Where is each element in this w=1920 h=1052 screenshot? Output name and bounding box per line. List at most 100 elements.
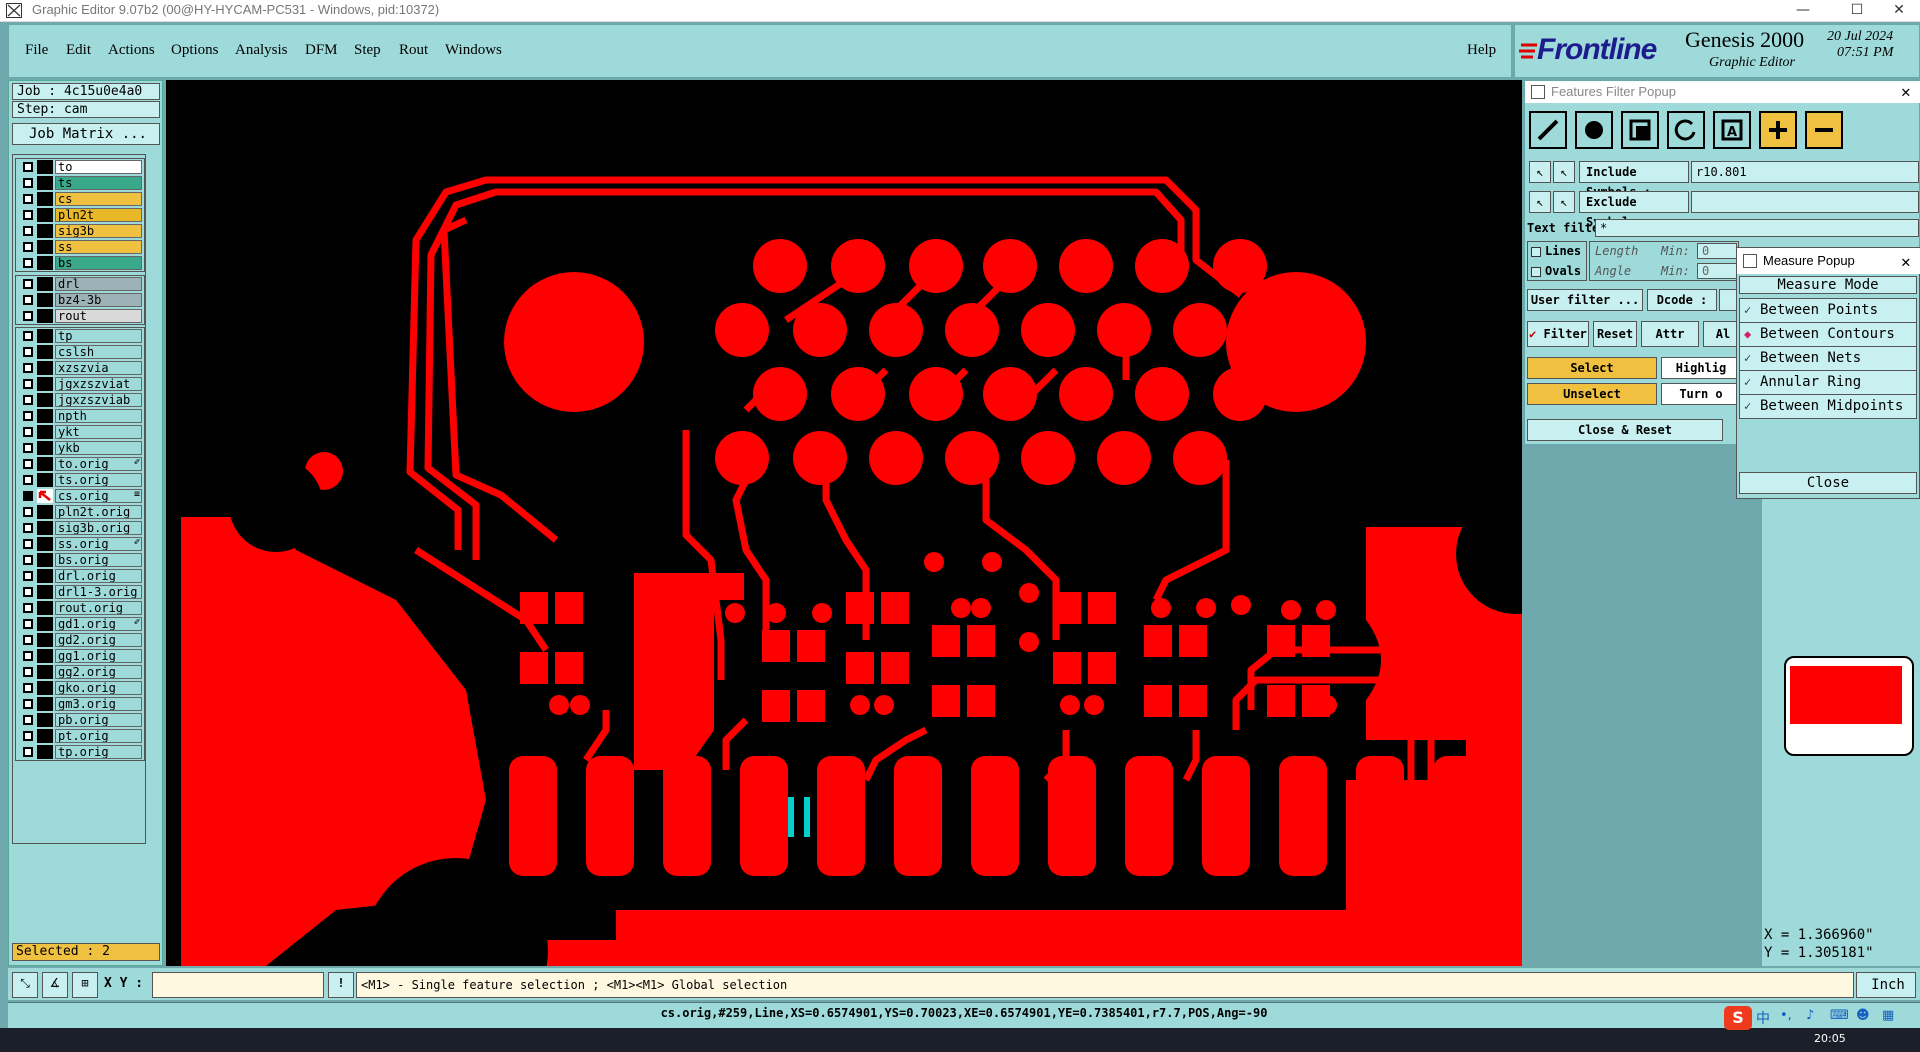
arc-tool-icon[interactable] <box>1667 111 1705 149</box>
layer-row-pln2t-orig[interactable]: pln2t.orig <box>16 504 144 520</box>
measure-close-icon[interactable]: ✕ <box>1901 252 1911 271</box>
layer-visibility-checkbox[interactable] <box>23 539 33 549</box>
layer-row-gg1-orig[interactable]: gg1.orig <box>16 648 144 664</box>
layer-name[interactable]: tp.orig <box>55 745 142 759</box>
keyboard-icon[interactable]: ⌨ <box>1830 1008 1849 1023</box>
layer-name[interactable]: ss.orig <box>55 537 142 551</box>
layer-row-ts-orig[interactable]: ts.orig <box>16 472 144 488</box>
layer-name[interactable]: cs.orig <box>55 489 142 503</box>
layer-name[interactable]: cslsh <box>55 345 142 359</box>
layer-visibility-checkbox[interactable] <box>23 242 33 252</box>
menu-dfm[interactable]: DFM <box>305 42 338 59</box>
layer-name[interactable]: to.orig <box>55 457 142 471</box>
menu-step[interactable]: Step <box>354 42 381 59</box>
layer-visibility-checkbox[interactable] <box>23 571 33 581</box>
layer-visibility-checkbox[interactable] <box>23 210 33 220</box>
measure-option-between-nets[interactable]: ✓ Between Nets <box>1739 346 1917 371</box>
layer-name[interactable]: xzszvia <box>55 361 142 375</box>
layer-row-cs[interactable]: cs <box>16 191 144 207</box>
include-symbols-input[interactable]: r10.801 <box>1691 161 1919 183</box>
layer-row-pln2t[interactable]: pln2t <box>16 207 144 223</box>
exclude-arrow-icon[interactable]: ↖ <box>1529 191 1551 213</box>
length-min-input[interactable]: 0 <box>1697 243 1737 259</box>
layer-name[interactable]: bz4-3b <box>55 293 142 307</box>
layer-row-rout-orig[interactable]: rout.orig <box>16 600 144 616</box>
layer-row-ts[interactable]: ts <box>16 175 144 191</box>
measure-close-button[interactable]: Close <box>1739 472 1917 494</box>
layer-visibility-checkbox[interactable] <box>23 555 33 565</box>
close-icon[interactable]: ✕ <box>1901 82 1911 101</box>
layer-visibility-checkbox[interactable] <box>23 715 33 725</box>
measure-option-between-contours[interactable]: ◆ Between Contours <box>1739 322 1917 347</box>
layer-visibility-checkbox[interactable] <box>23 295 33 305</box>
xy-input[interactable] <box>152 972 324 998</box>
layer-name[interactable]: jgxzszviab <box>55 393 142 407</box>
negative-polarity-icon[interactable] <box>1805 111 1843 149</box>
layer-name[interactable]: ykb <box>55 441 142 455</box>
layer-visibility-checkbox[interactable] <box>23 363 33 373</box>
layer-visibility-checkbox[interactable] <box>23 459 33 469</box>
surface-tool-icon[interactable] <box>1621 111 1659 149</box>
layer-name[interactable]: gko.orig <box>55 681 142 695</box>
layer-name[interactable]: rout.orig <box>55 601 142 615</box>
layer-visibility-checkbox[interactable] <box>23 331 33 341</box>
menu-rout[interactable]: Rout <box>399 42 428 59</box>
layer-row-bs-orig[interactable]: bs.orig <box>16 552 144 568</box>
microphone-icon[interactable]: ♪ <box>1806 1008 1814 1023</box>
menu-options[interactable]: Options <box>171 42 219 59</box>
layer-row-tp[interactable]: tp <box>16 328 144 344</box>
layer-name[interactable]: rout <box>55 309 142 323</box>
filter-toggle[interactable]: ✔ Filter <box>1527 321 1589 347</box>
layer-name[interactable]: ts <box>55 176 142 190</box>
layer-row-gd1-orig[interactable]: gd1.orig ✐ <box>16 616 144 632</box>
layer-name[interactable]: drl1-3.orig <box>55 585 142 599</box>
layer-row-jgxzszviab[interactable]: jgxzszviab <box>16 392 144 408</box>
layer-visibility-checkbox[interactable] <box>23 683 33 693</box>
layer-name[interactable]: pln2t.orig <box>55 505 142 519</box>
lines-checkbox[interactable] <box>1531 247 1541 257</box>
layer-row-gko-orig[interactable]: gko.orig <box>16 680 144 696</box>
menu-help[interactable]: Help <box>1467 42 1496 59</box>
layer-visibility-checkbox[interactable] <box>23 443 33 453</box>
measure-option-annular-ring[interactable]: ✓ Annular Ring <box>1739 370 1917 395</box>
ime-mode[interactable]: 中 <box>1756 1008 1770 1028</box>
layer-row-xzszvia[interactable]: xzszvia <box>16 360 144 376</box>
layer-row-drl-orig[interactable]: drl.orig <box>16 568 144 584</box>
measure-option-between-points[interactable]: ✓ Between Points <box>1739 298 1917 323</box>
layer-row-jgxzszviat[interactable]: jgxzszviat <box>16 376 144 392</box>
layer-visibility-checkbox[interactable] <box>23 731 33 741</box>
attr-button[interactable]: Attr ... <box>1641 321 1699 365</box>
layer-name[interactable]: pb.orig <box>55 713 142 727</box>
layer-name[interactable]: gd1.orig <box>55 617 142 631</box>
zoom-tool-icon[interactable]: ⤡ <box>12 972 38 998</box>
layer-row-ss[interactable]: ss <box>16 239 144 255</box>
layer-visibility-checkbox[interactable] <box>23 379 33 389</box>
exclude-symbols-input[interactable] <box>1691 191 1919 213</box>
layer-name[interactable]: gm3.orig <box>55 697 142 711</box>
layer-visibility-checkbox[interactable] <box>23 699 33 709</box>
menu-analysis[interactable]: Analysis <box>235 42 288 59</box>
toolbox-icon[interactable]: ▦ <box>1882 1008 1894 1023</box>
layer-name[interactable]: pt.orig <box>55 729 142 743</box>
layer-row-gd2-orig[interactable]: gd2.orig <box>16 632 144 648</box>
dcode-button[interactable]: Dcode : <box>1647 289 1717 311</box>
grid-snap-icon[interactable]: ⊞ <box>72 972 98 998</box>
overview-preview[interactable] <box>1784 656 1914 756</box>
punctuation-icon[interactable]: •, <box>1780 1008 1792 1023</box>
layer-name[interactable]: sig3b.orig <box>55 521 142 535</box>
layer-name[interactable]: ss <box>55 240 142 254</box>
reset-button[interactable]: Reset <box>1593 321 1637 347</box>
alert-icon[interactable]: ! <box>328 972 354 998</box>
layer-row-pt-orig[interactable]: pt.orig <box>16 728 144 744</box>
job-matrix-button[interactable]: Job Matrix ... <box>12 123 160 145</box>
text-tool-icon[interactable]: A <box>1713 111 1751 149</box>
layer-row-gm3-orig[interactable]: gm3.orig <box>16 696 144 712</box>
layer-row-rout[interactable]: rout <box>16 308 144 324</box>
layer-name[interactable]: npth <box>55 409 142 423</box>
unselect-button[interactable]: Unselect <box>1527 383 1657 405</box>
layer-visibility-checkbox[interactable] <box>23 635 33 645</box>
layer-name[interactable]: bs.orig <box>55 553 142 567</box>
text-filter-input[interactable]: * <box>1595 219 1919 237</box>
layer-name[interactable]: bs <box>55 256 142 270</box>
layer-row-sig3b[interactable]: sig3b <box>16 223 144 239</box>
